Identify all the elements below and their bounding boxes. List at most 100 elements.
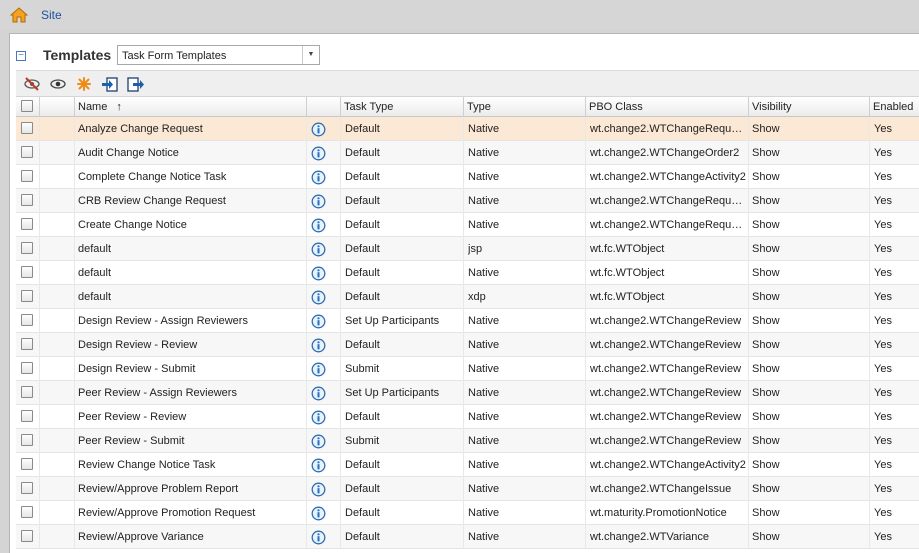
cell-task-type: Default	[345, 219, 380, 231]
cell-name: Review/Approve Promotion Request	[78, 507, 256, 519]
template-type-select[interactable]: Task Form Templates ▼	[117, 45, 320, 65]
table-row[interactable]: Design Review - Submit Submit Native wt.cha…	[16, 357, 919, 381]
table-row[interactable]: Design Review - Review Default Native wt.ch…	[16, 333, 919, 357]
column-header-pbo-class[interactable]: PBO Class	[586, 97, 749, 117]
row-checkbox[interactable]	[21, 338, 33, 350]
info-icon[interactable]	[311, 170, 326, 185]
table-row[interactable]: Review/Approve Promotion Request Default N…	[16, 501, 919, 525]
cell-visibility: Show	[752, 243, 780, 255]
cell-visibility: Show	[752, 531, 780, 543]
row-checkbox[interactable]	[21, 506, 33, 518]
cell-enabled: Yes	[874, 171, 892, 183]
table-row[interactable]: default Default jsp wt.fc.WTObject Show Yes	[16, 237, 919, 261]
cell-task-type: Submit	[345, 363, 380, 375]
table-row[interactable]: default Default xdp wt.fc.WTObject Show Yes	[16, 285, 919, 309]
column-header-enabled[interactable]: Enabled	[870, 97, 919, 117]
row-checkbox[interactable]	[21, 218, 33, 230]
row-checkbox[interactable]	[21, 194, 33, 206]
chevron-down-icon[interactable]: ▼	[302, 46, 319, 64]
site-link[interactable]: Site	[41, 8, 62, 22]
cell-task-type: Default	[345, 507, 380, 519]
cell-type: Native	[468, 531, 500, 543]
view-icon[interactable]	[49, 76, 67, 92]
table-row[interactable]: Peer Review - Assign Reviewers Set Up Par…	[16, 381, 919, 405]
cell-type: Native	[468, 147, 500, 159]
row-checkbox[interactable]	[21, 362, 33, 374]
cell-pbo-class: wt.change2.WTChangeIssue	[590, 483, 732, 495]
row-checkbox[interactable]	[21, 434, 33, 446]
cell-visibility: Show	[752, 411, 780, 423]
cell-enabled: Yes	[874, 531, 892, 543]
cell-enabled: Yes	[874, 387, 892, 399]
column-header-task-type[interactable]: Task Type	[341, 97, 464, 117]
row-checkbox[interactable]	[21, 458, 33, 470]
info-icon[interactable]	[311, 122, 326, 137]
cell-visibility: Show	[752, 339, 780, 351]
new-icon[interactable]	[75, 76, 93, 92]
info-icon[interactable]	[311, 530, 326, 545]
row-checkbox[interactable]	[21, 170, 33, 182]
import-icon[interactable]	[101, 76, 119, 92]
hide-icon[interactable]	[23, 76, 41, 92]
column-header-name[interactable]: Name ↑	[75, 97, 307, 117]
export-icon[interactable]	[127, 76, 145, 92]
info-icon[interactable]	[311, 314, 326, 329]
column-header-type[interactable]: Type	[464, 97, 586, 117]
cell-enabled: Yes	[874, 483, 892, 495]
info-icon[interactable]	[311, 146, 326, 161]
info-icon[interactable]	[311, 242, 326, 257]
table-row[interactable]: Peer Review - Submit Submit Native wt.chang…	[16, 429, 919, 453]
row-checkbox[interactable]	[21, 482, 33, 494]
info-icon[interactable]	[311, 386, 326, 401]
row-checkbox[interactable]	[21, 290, 33, 302]
info-icon[interactable]	[311, 458, 326, 473]
table-row[interactable]: Create Change Notice Default Native wt.chan…	[16, 213, 919, 237]
cell-enabled: Yes	[874, 363, 892, 375]
row-checkbox[interactable]	[21, 314, 33, 326]
table-row[interactable]: Design Review - Assign Reviewers Set Up P…	[16, 309, 919, 333]
table-row[interactable]: Peer Review - Review Default Native wt.chan…	[16, 405, 919, 429]
info-icon[interactable]	[311, 482, 326, 497]
cell-visibility: Show	[752, 315, 780, 327]
info-icon[interactable]	[311, 266, 326, 281]
row-checkbox[interactable]	[21, 146, 33, 158]
home-icon[interactable]	[10, 7, 28, 23]
info-icon[interactable]	[311, 410, 326, 425]
top-bar: Site	[0, 0, 919, 31]
info-icon[interactable]	[311, 434, 326, 449]
cell-name: Design Review - Assign Reviewers	[78, 315, 248, 327]
table-row[interactable]: default Default Native wt.fc.WTObject Show Ye…	[16, 261, 919, 285]
row-checkbox[interactable]	[21, 530, 33, 542]
row-checkbox[interactable]	[21, 386, 33, 398]
table-row[interactable]: Review/Approve Problem Report Default Nati…	[16, 477, 919, 501]
info-icon[interactable]	[311, 506, 326, 521]
cell-enabled: Yes	[874, 339, 892, 351]
row-checkbox[interactable]	[21, 266, 33, 278]
row-checkbox[interactable]	[21, 410, 33, 422]
info-icon[interactable]	[311, 218, 326, 233]
cell-type: Native	[468, 339, 500, 351]
table-row[interactable]: Complete Change Notice Task Default Native…	[16, 165, 919, 189]
cell-pbo-class: wt.change2.WTVariance	[590, 531, 710, 543]
table-row[interactable]: CRB Review Change Request Default Native wt…	[16, 189, 919, 213]
table-row[interactable]: Review/Approve Variance Default Native wt.c…	[16, 525, 919, 549]
info-icon[interactable]	[311, 194, 326, 209]
cell-task-type: Default	[345, 291, 380, 303]
cell-enabled: Yes	[874, 147, 892, 159]
table-row[interactable]: Analyze Change Request Default Native wt.ch…	[16, 117, 919, 141]
row-checkbox[interactable]	[21, 242, 33, 254]
cell-name: Create Change Notice	[78, 219, 187, 231]
info-icon[interactable]	[311, 362, 326, 377]
cell-pbo-class: wt.change2.WTChangeRequ…	[590, 195, 743, 207]
cell-visibility: Show	[752, 147, 780, 159]
table-row[interactable]: Audit Change Notice Default Native wt.chang…	[16, 141, 919, 165]
row-checkbox[interactable]	[21, 122, 33, 134]
collapse-button[interactable]: −	[16, 51, 26, 61]
table-row[interactable]: Review Change Notice Task Default Native wt…	[16, 453, 919, 477]
cell-pbo-class: wt.change2.WTChangeActivity2	[590, 171, 746, 183]
info-icon[interactable]	[311, 338, 326, 353]
column-header-visibility[interactable]: Visibility	[749, 97, 870, 117]
cell-enabled: Yes	[874, 507, 892, 519]
info-icon[interactable]	[311, 290, 326, 305]
cell-pbo-class: wt.change2.WTChangeRequ…	[590, 219, 743, 231]
